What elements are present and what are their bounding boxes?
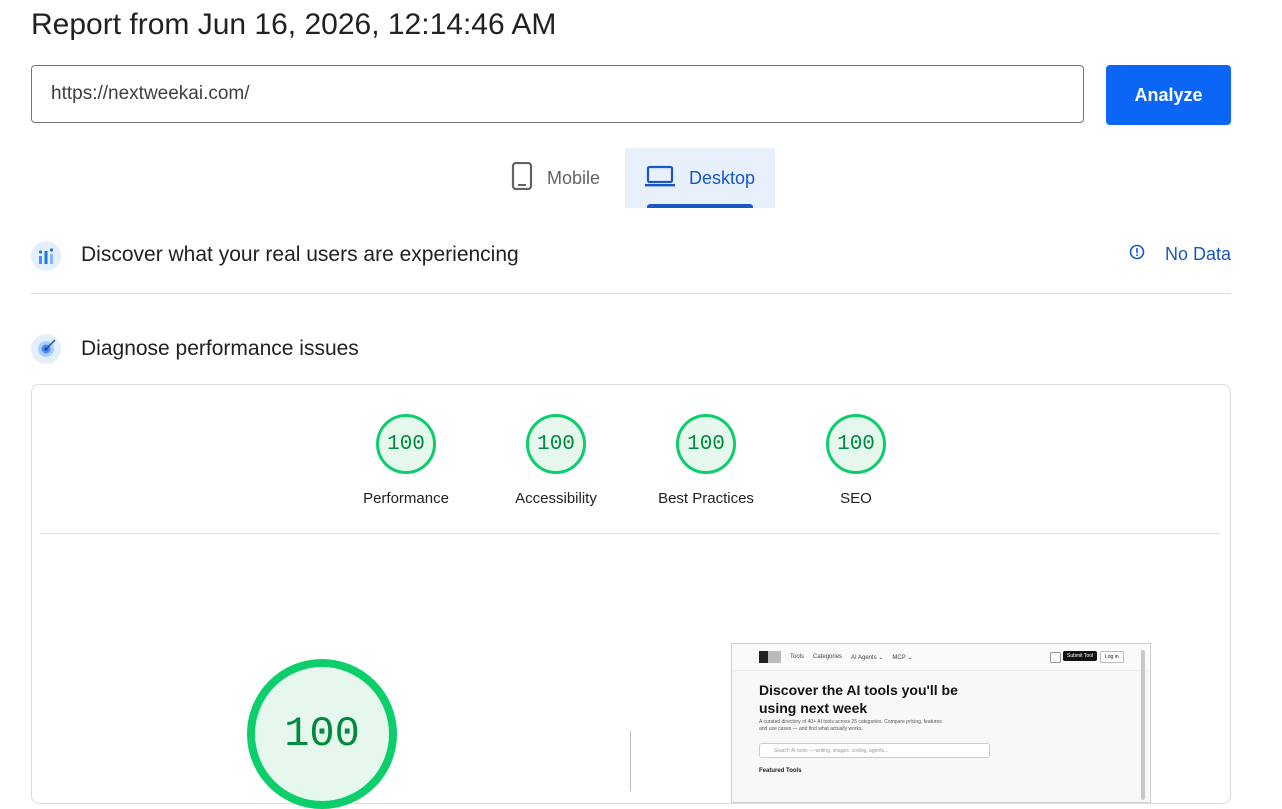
- selected-tab-indicator: [647, 204, 753, 208]
- url-input[interactable]: [31, 65, 1084, 123]
- score-gauge-best-practices[interactable]: 100 Best Practices: [631, 414, 781, 507]
- preview-description: A curated directory of 40+ AI tools acro…: [759, 719, 942, 732]
- crux-section-title: Discover what your real users are experi…: [81, 243, 519, 266]
- score-value: 100: [526, 414, 586, 474]
- page-screenshot-preview: Tools Categories AI Agents ⌄ MCP ⌄ Submi…: [731, 643, 1151, 803]
- analyze-button[interactable]: Analyze: [1106, 65, 1231, 125]
- smartphone-icon: [511, 161, 533, 195]
- tab-desktop-label: Desktop: [689, 167, 756, 188]
- preview-theme-icon: [1050, 652, 1061, 663]
- score-value: 100: [676, 414, 736, 474]
- page-title: Report from Jun 16, 2026, 12:14:46 AM: [31, 8, 557, 41]
- preview-scrollbar: [1141, 650, 1145, 800]
- score-gauge-seo[interactable]: 100 SEO: [781, 414, 931, 507]
- tab-mobile-label: Mobile: [547, 167, 601, 188]
- preview-nav-item: AI Agents ⌄: [851, 654, 884, 661]
- info-icon: [1129, 244, 1145, 265]
- preview-nav-item: Tools: [790, 654, 805, 660]
- performance-main-gauge: 100: [247, 659, 397, 809]
- score-value: 100: [376, 414, 436, 474]
- section-divider: [31, 293, 1231, 294]
- score-label: Best Practices: [658, 490, 754, 507]
- vertical-divider: [630, 731, 631, 791]
- score-gauge-accessibility[interactable]: 100 Accessibility: [481, 414, 631, 507]
- preview-nav-item: MCP ⌄: [892, 654, 913, 661]
- preview-featured-heading: Featured Tools: [759, 768, 802, 774]
- no-data-label: No Data: [1165, 244, 1232, 264]
- score-divider: [41, 533, 1220, 534]
- preview-hero-title: Discover the AI tools you'll be using ne…: [759, 682, 958, 716]
- score-label: Performance: [363, 490, 449, 507]
- no-data-link[interactable]: No Data: [1129, 244, 1231, 265]
- preview-logo: [759, 651, 781, 663]
- score-gauge-performance[interactable]: 100 Performance: [331, 414, 481, 507]
- lighthouse-icon: [31, 334, 61, 364]
- preview-nav-item: Categories: [813, 654, 843, 660]
- crux-chart-icon: [31, 241, 61, 271]
- preview-search-bar: Search AI tools — writing, images, codin…: [759, 743, 990, 758]
- preview-login-button: Log in: [1100, 651, 1124, 663]
- score-label: SEO: [840, 490, 872, 507]
- tab-desktop[interactable]: Desktop: [625, 148, 775, 208]
- score-value: 100: [826, 414, 886, 474]
- diagnose-section-title: Diagnose performance issues: [81, 337, 359, 360]
- score-label: Accessibility: [515, 490, 597, 507]
- preview-navbar: Tools Categories AI Agents ⌄ MCP ⌄ Submi…: [732, 644, 1150, 671]
- preview-submit-button: Submit Tool: [1063, 651, 1098, 661]
- laptop-icon: [645, 165, 675, 192]
- tab-mobile[interactable]: Mobile: [495, 148, 625, 208]
